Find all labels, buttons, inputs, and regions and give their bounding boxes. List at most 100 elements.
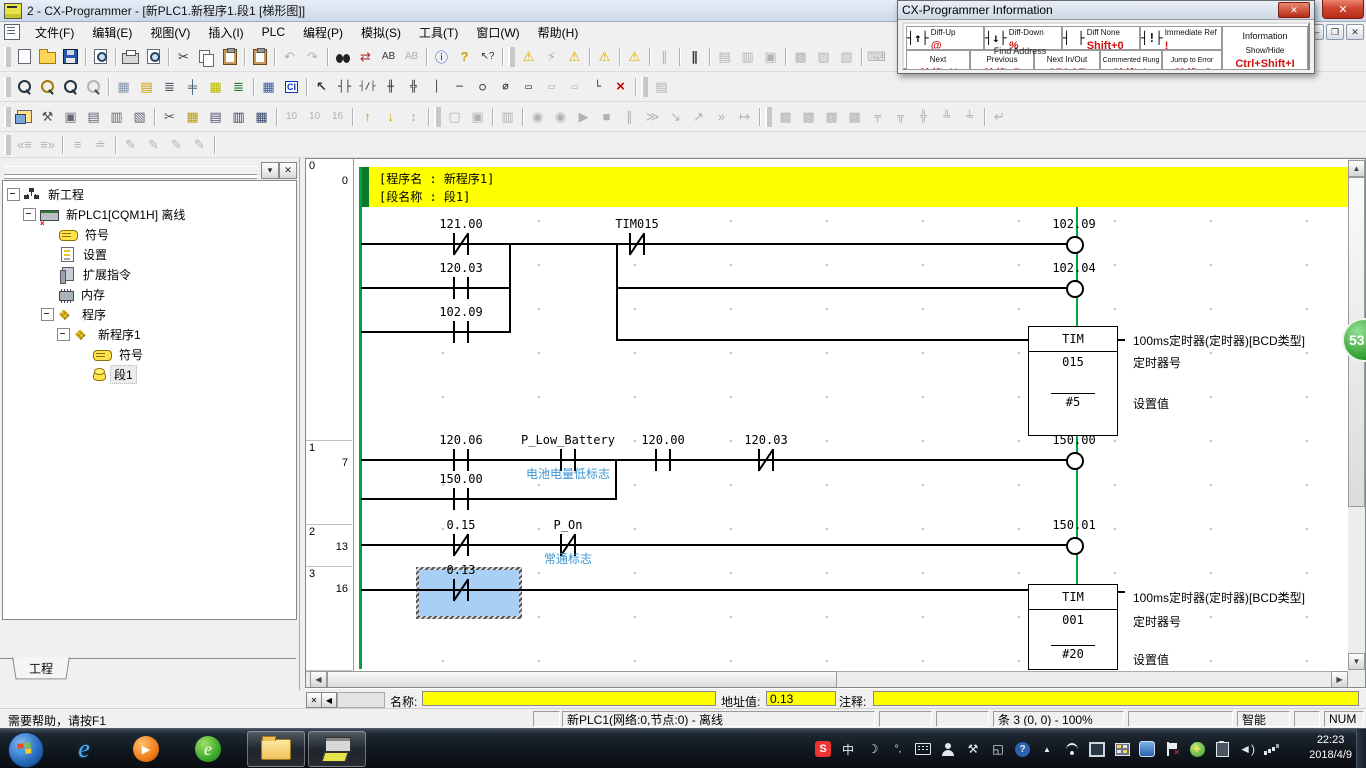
help-tray-icon[interactable]: ? bbox=[1015, 742, 1030, 757]
tree-item-programs[interactable]: 程序 bbox=[41, 305, 109, 323]
contact-no-120-06[interactable] bbox=[448, 449, 474, 471]
grid-icon[interactable] bbox=[112, 76, 135, 98]
scroll-right-button[interactable]: ▶ bbox=[1331, 671, 1348, 688]
new-instruction-icon[interactable] bbox=[517, 76, 540, 98]
volume-icon[interactable]: ◄) bbox=[1239, 741, 1255, 757]
rung-header-3[interactable]: 3 16 bbox=[306, 567, 352, 671]
ime-language-icon[interactable]: 中 bbox=[840, 741, 856, 757]
new-or-closed-contact-icon[interactable] bbox=[402, 76, 425, 98]
print-icon[interactable] bbox=[119, 46, 142, 68]
compile-check-icon[interactable] bbox=[517, 46, 540, 68]
window-view-2-icon[interactable] bbox=[736, 46, 759, 68]
menu-program[interactable]: 编程(P) bbox=[294, 22, 352, 43]
shortcut-information-toggle[interactable]: Information Show/Hide Ctrl+Shift+I bbox=[1222, 26, 1308, 70]
toolbar-grip[interactable] bbox=[4, 107, 11, 127]
menu-view[interactable]: 视图(V) bbox=[141, 22, 199, 43]
contact-no-102-09[interactable] bbox=[448, 321, 474, 343]
pause-simulation-icon[interactable] bbox=[618, 106, 641, 128]
force-set-icon[interactable] bbox=[526, 106, 549, 128]
show-desktop-button[interactable] bbox=[1356, 729, 1366, 768]
sma-table-icon[interactable] bbox=[257, 76, 280, 98]
ime-punctuation-icon[interactable]: °, bbox=[890, 741, 906, 757]
new-closed-coil-icon[interactable] bbox=[494, 76, 517, 98]
contact-nc-120-03[interactable] bbox=[753, 449, 779, 471]
taskbar-browser-360[interactable]: e bbox=[186, 731, 230, 767]
force-on-icon[interactable] bbox=[356, 106, 379, 128]
action-center-icon[interactable] bbox=[1164, 741, 1180, 757]
properties-icon[interactable] bbox=[128, 106, 151, 128]
rung-comment-icon[interactable] bbox=[135, 76, 158, 98]
address-field[interactable]: 0.13 bbox=[766, 691, 836, 706]
mdi-restore-button[interactable]: ❒ bbox=[1326, 24, 1344, 40]
rung-header-0[interactable]: 0 0 bbox=[306, 159, 352, 441]
edit-mode-4-icon[interactable] bbox=[188, 134, 211, 156]
view-option-1-icon[interactable] bbox=[789, 46, 812, 68]
io-comment-icon[interactable] bbox=[181, 76, 204, 98]
print-find-icon[interactable] bbox=[89, 46, 112, 68]
rung-header-2[interactable]: 2 13 bbox=[306, 525, 352, 567]
toolbar-grip[interactable] bbox=[641, 77, 648, 97]
tim-instruction-001[interactable]: TIM 001 #20 bbox=[1028, 584, 1118, 670]
collapse-icon[interactable] bbox=[57, 328, 70, 341]
popup-close-button[interactable]: ✕ bbox=[1278, 2, 1310, 18]
line-corner-icon[interactable] bbox=[586, 76, 609, 98]
vertical-line-icon[interactable] bbox=[425, 76, 448, 98]
select-arrow-icon[interactable] bbox=[310, 76, 333, 98]
view-mnemonic-icon[interactable] bbox=[82, 106, 105, 128]
diff-up-monitor-icon[interactable] bbox=[866, 106, 889, 128]
step-in-icon[interactable] bbox=[664, 106, 687, 128]
new-closed-instruction-icon[interactable] bbox=[540, 76, 563, 98]
ime-moon-icon[interactable]: ☽ bbox=[865, 741, 881, 757]
open-icon[interactable] bbox=[36, 46, 59, 68]
wifi-icon[interactable] bbox=[1064, 741, 1080, 757]
tree-item-plc[interactable]: 新PLC1[CQM1H] 离线 bbox=[23, 205, 188, 223]
scan-run-icon[interactable] bbox=[733, 106, 756, 128]
tim-instruction-015[interactable]: TIM 015 #5 bbox=[1028, 326, 1118, 436]
share-icon[interactable]: ◱ bbox=[990, 741, 1006, 757]
edit-mode-3-icon[interactable] bbox=[165, 134, 188, 156]
tree-item-symbols[interactable]: 符号 bbox=[59, 225, 112, 243]
taskbar-internet-explorer[interactable]: e bbox=[62, 731, 106, 767]
address-reference-icon[interactable] bbox=[158, 76, 181, 98]
memory-view-icon[interactable] bbox=[227, 106, 250, 128]
comment-field[interactable] bbox=[873, 691, 1359, 706]
taskbar-cx-programmer[interactable] bbox=[308, 731, 366, 767]
toolbar-grip[interactable] bbox=[765, 107, 772, 127]
menu-file[interactable]: 文件(F) bbox=[26, 22, 83, 43]
mdi-close-button[interactable]: ✕ bbox=[1346, 24, 1364, 40]
tree-item-expansion-instructions[interactable]: 扩展指令 bbox=[59, 265, 134, 283]
pause-monitor-icon[interactable] bbox=[496, 106, 519, 128]
coil-102-04[interactable] bbox=[1066, 280, 1084, 298]
monitor-toggle-1-icon[interactable] bbox=[443, 106, 466, 128]
ime-keyboard-icon[interactable] bbox=[915, 741, 931, 757]
horizontal-line-icon[interactable] bbox=[448, 76, 471, 98]
shortcut-immediate-ref[interactable]: ┤!├ Immediate Ref ! bbox=[1140, 26, 1222, 50]
edit-mode-1-icon[interactable] bbox=[119, 134, 142, 156]
io-table-icon[interactable] bbox=[250, 106, 273, 128]
online-edit-icon[interactable] bbox=[650, 76, 673, 98]
tree-item-program1[interactable]: 新程序1 bbox=[57, 325, 144, 343]
step-run-icon[interactable] bbox=[641, 106, 664, 128]
save-icon[interactable] bbox=[59, 46, 82, 68]
find-icon[interactable] bbox=[331, 46, 354, 68]
coil-102-09[interactable] bbox=[1066, 236, 1084, 254]
delete-line-icon[interactable] bbox=[609, 76, 632, 98]
force-reset-icon[interactable] bbox=[549, 106, 572, 128]
fields-collapse-button[interactable]: ◀ bbox=[321, 692, 337, 708]
watch-window-icon[interactable] bbox=[204, 106, 227, 128]
display-signed-decimal-icon[interactable] bbox=[303, 106, 326, 128]
transfer-warn-icon[interactable] bbox=[623, 46, 646, 68]
rung-header-1[interactable]: 1 7 bbox=[306, 441, 352, 525]
find-previous-icon[interactable] bbox=[400, 46, 423, 68]
continuous-step-icon[interactable] bbox=[710, 106, 733, 128]
zoom-in-icon[interactable] bbox=[13, 76, 36, 98]
contact-nc-121-00[interactable] bbox=[448, 233, 474, 255]
keyboard-mapping-icon[interactable] bbox=[865, 46, 888, 68]
find-next-icon[interactable] bbox=[377, 46, 400, 68]
view-option-2-icon[interactable] bbox=[812, 46, 835, 68]
clipboard-cut-icon[interactable] bbox=[158, 106, 181, 128]
paste-icon[interactable] bbox=[218, 46, 241, 68]
menu-help[interactable]: 帮助(H) bbox=[529, 22, 588, 43]
cut-icon[interactable] bbox=[172, 46, 195, 68]
tab-project[interactable]: 工程 bbox=[12, 657, 70, 679]
